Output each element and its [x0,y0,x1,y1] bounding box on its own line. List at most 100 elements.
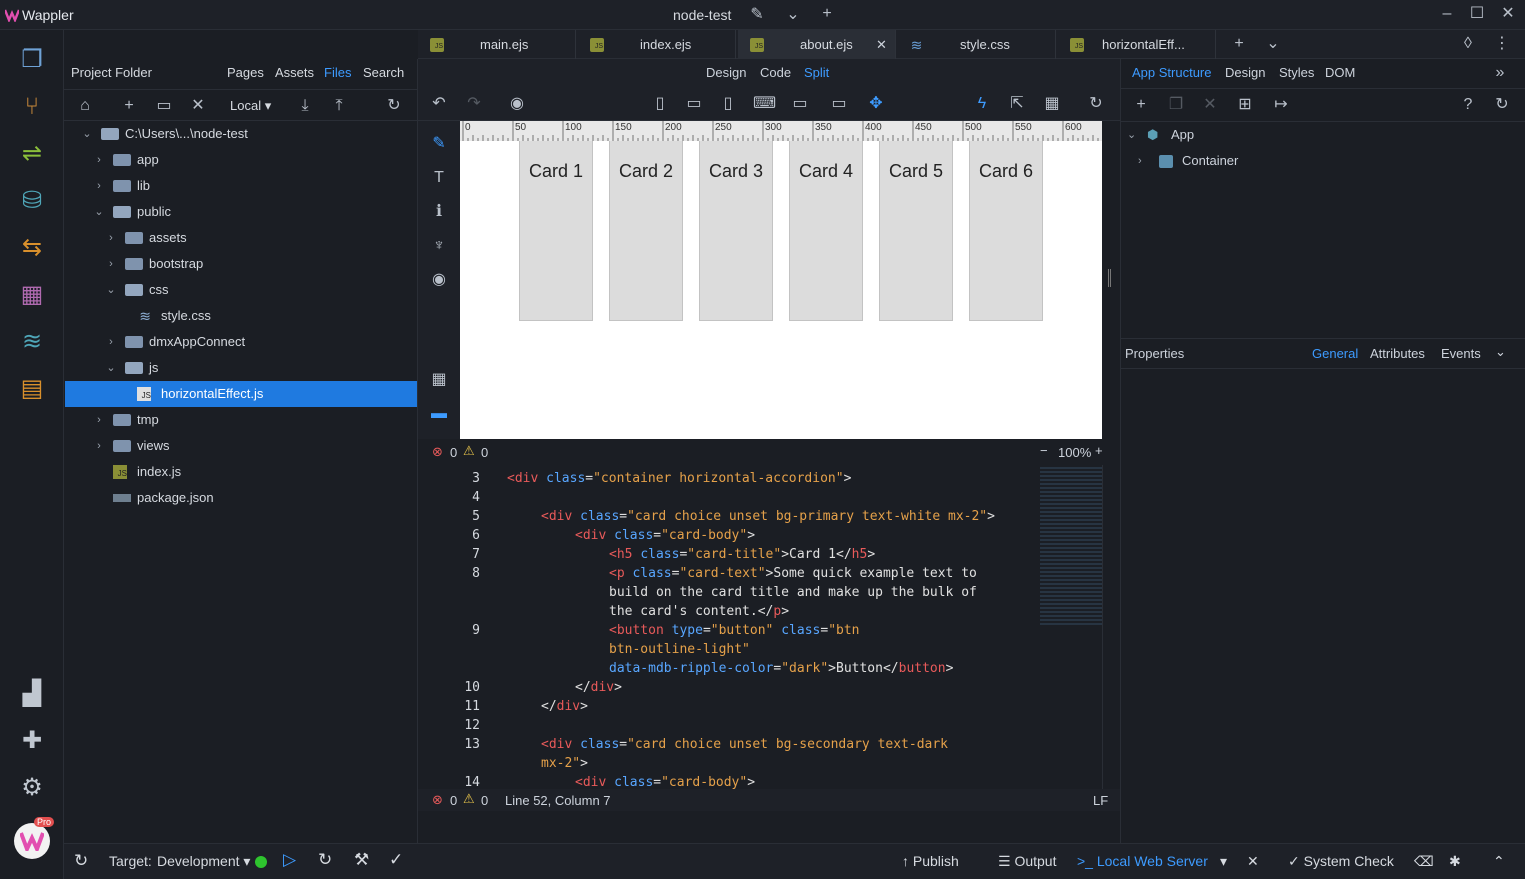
code-line[interactable]: </div> [541,699,588,714]
zoom-out-button[interactable]: − [1040,443,1048,458]
tab-events[interactable]: Events [1441,346,1481,361]
code-minimap[interactable] [1040,467,1102,627]
chevron-right-icon[interactable]: › [105,251,117,277]
ruler-icon[interactable]: ▬ [428,403,450,425]
code-line[interactable]: the card's content.</p> [609,604,789,619]
pencil-icon[interactable]: ✎ [746,4,768,26]
code-line[interactable]: <div class="card choice unset bg-primary… [541,509,995,524]
system-check-button[interactable]: ✓ System Check [1288,853,1394,870]
chevron-down-icon[interactable]: ⌄ [1127,122,1136,148]
output-button[interactable]: ☰ Output [998,853,1056,870]
mode-design[interactable]: Design [706,65,746,80]
tab-index-ejs[interactable]: JS index.ejs [578,30,736,59]
new-folder-icon[interactable]: ▭ [153,95,175,117]
mode-code[interactable]: Code [760,65,791,80]
chevron-right-icon[interactable]: › [93,147,105,173]
code-editor[interactable]: 3 <div class="container horizontal-accord… [418,465,1118,789]
code-line[interactable]: <div class="card-body"> [575,528,755,543]
collapse-panel-icon[interactable]: » [1489,62,1511,84]
tab-app-structure[interactable]: App Structure [1132,65,1212,80]
maximize-button[interactable]: ☐ [1466,3,1488,25]
chevron-right-icon[interactable]: › [93,173,105,199]
tree-item[interactable]: › views [65,433,417,459]
code-line[interactable]: data-mdb-ripple-color="dark">Button</but… [609,661,953,676]
tab-style-css[interactable]: ≋ style.css [898,30,1056,59]
tab-dom[interactable]: DOM [1325,65,1355,80]
text-icon[interactable]: T [428,167,450,189]
code-line[interactable]: btn-outline-light" [609,642,750,657]
tree-item-app[interactable]: ⌄ ⬢ App [1121,122,1525,148]
tab-about-ejs[interactable]: JS about.ejs ✕ [738,30,896,59]
git-icon[interactable]: ⑂ [14,89,50,125]
close-server-icon[interactable]: ✕ [1247,853,1259,870]
download-icon[interactable]: ⤓ [294,95,316,117]
delete-icon[interactable]: ✕ [187,95,209,117]
help-icon[interactable]: ? [1457,94,1479,116]
hierarchy-icon[interactable]: ⊞ [1234,94,1256,116]
build-hammer-icon[interactable]: ⚒ [354,850,369,870]
code-scrollbar[interactable] [1102,465,1117,789]
tab-pages[interactable]: Pages [227,65,264,80]
tree-item[interactable]: ⌄ public [65,199,417,225]
zoom-in-button[interactable]: + [1095,443,1103,458]
code-line[interactable]: mx-2"> [541,756,588,771]
chevron-right-icon[interactable]: › [105,225,117,251]
share-icon[interactable]: ⇱ [1006,93,1028,115]
upload-icon[interactable]: ⤒ [328,95,350,117]
restart-icon[interactable]: ↻ [318,850,332,870]
refresh-preview-icon[interactable]: ↻ [1085,93,1107,115]
tree-item[interactable]: › dmxAppConnect [65,329,417,355]
move-out-icon[interactable]: ↦ [1270,94,1292,116]
code-line[interactable]: <div class="container horizontal-accordi… [507,471,851,486]
local-server-button[interactable]: >_ Local Web Server [1077,853,1208,869]
publish-button[interactable]: ↑ Publish [902,853,959,869]
chevron-down-icon[interactable]: ⌄ [1495,344,1506,360]
brush-icon[interactable]: ♆ [428,235,450,257]
remove-icon[interactable]: ✕ [1199,94,1221,116]
redo-icon[interactable]: ↷ [463,93,485,115]
card[interactable]: Card 2 [609,141,683,321]
close-window-button[interactable]: ✕ [1497,3,1519,25]
code-line[interactable]: <div class="card choice unset bg-seconda… [541,737,948,752]
splitter-handle[interactable] [1108,269,1111,287]
lightning-icon[interactable]: ϟ [971,93,993,115]
settings-gear-icon[interactable]: ⚙ [14,770,50,806]
chevron-right-icon[interactable]: › [93,433,105,459]
mode-split[interactable]: Split [804,65,829,80]
info-icon[interactable]: ℹ [428,201,450,223]
target-select[interactable]: Development ▾ [157,853,250,870]
card[interactable]: Card 1 [519,141,593,321]
bug-icon[interactable]: ✱ [1449,853,1461,870]
tree-item[interactable]: › lib [65,173,417,199]
tree-item[interactable]: ⌄ js [65,355,417,381]
more-options-icon[interactable]: ⋮ [1491,33,1513,55]
eye-icon[interactable]: ◉ [428,269,450,291]
chevron-down-icon[interactable]: ⌄ [81,121,93,147]
new-file-icon[interactable]: + [118,95,140,117]
puzzle-icon[interactable]: ✚ [14,723,50,759]
cursor-position[interactable]: Line 52, Column 7 [505,793,611,808]
run-play-icon[interactable]: ▷ [283,850,296,870]
open-folder-icon[interactable]: ⌂ [74,95,96,117]
wappler-pro-avatar[interactable]: Pro [14,817,55,859]
chevron-down-icon[interactable]: ⌄ [782,4,804,26]
chevron-down-icon[interactable]: ⌄ [105,355,117,381]
fit-width-icon[interactable]: ✥ [865,93,887,115]
project-name[interactable]: node-test [673,7,731,23]
tree-item[interactable]: JS index.js [65,459,417,485]
minimize-button[interactable]: – [1436,3,1458,25]
new-tab-icon[interactable]: + [1228,33,1250,55]
design-canvas[interactable]: Card 1 Card 2 Card 3 Card 4 Card 5 Card 6 [460,141,1102,439]
tree-item[interactable]: ≋ style.css [65,303,417,329]
tab-horizontal-effect[interactable]: JS horizontalEff... [1058,30,1216,59]
phone-landscape-icon[interactable]: ▭ [683,93,705,115]
undo-icon[interactable]: ↶ [428,93,450,115]
tab-assets[interactable]: Assets [275,65,314,80]
laptop-icon[interactable]: ⌨ [753,93,776,115]
wide-desktop-icon[interactable]: ▭ [828,93,850,115]
chevron-right-icon[interactable]: › [105,329,117,355]
tasks-icon[interactable]: ▤ [14,371,50,407]
tab-files[interactable]: Files [324,65,351,80]
tree-item[interactable]: › bootstrap [65,251,417,277]
tree-item[interactable]: › tmp [65,407,417,433]
